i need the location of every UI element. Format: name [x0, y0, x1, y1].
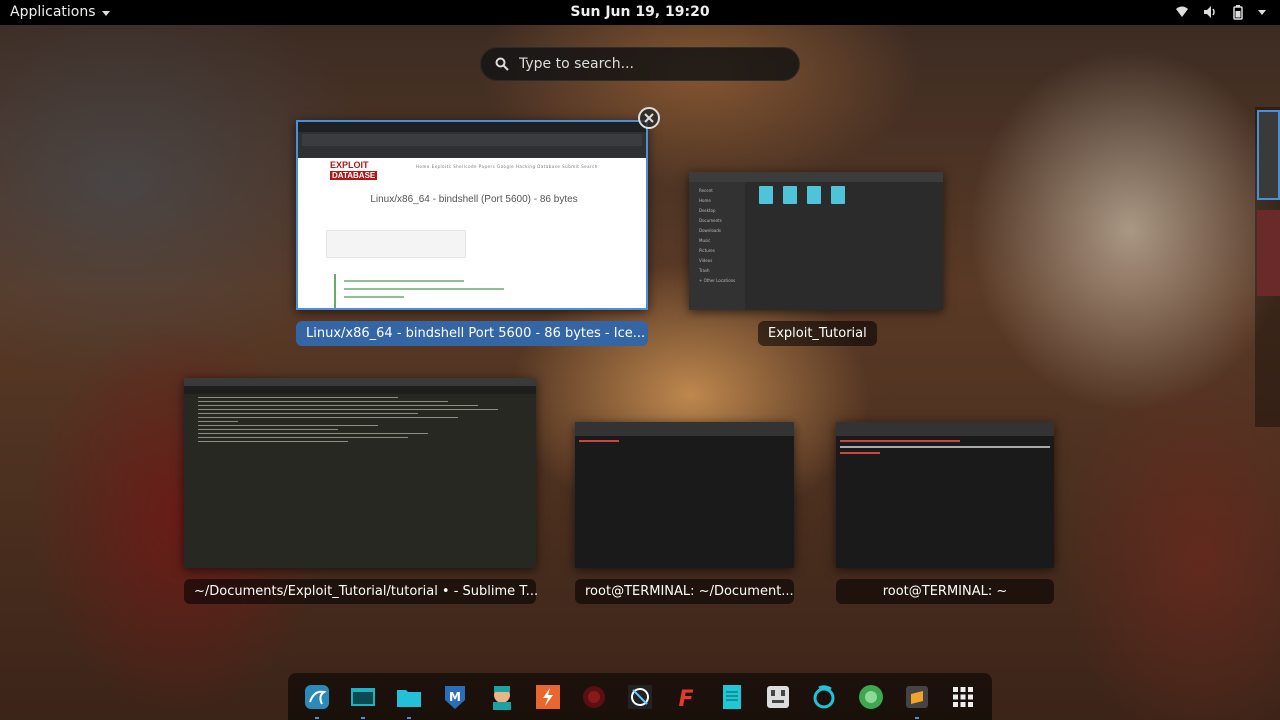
window-thumbnail-terminal[interactable]	[836, 422, 1054, 568]
exploit-info-box	[326, 230, 466, 258]
file-icon	[759, 186, 773, 204]
search-input[interactable]	[519, 56, 779, 72]
dock-item-metasploit[interactable]: M	[437, 679, 473, 715]
search-bar[interactable]	[480, 47, 800, 81]
reader-icon	[813, 684, 835, 708]
file-grid	[759, 186, 845, 204]
window-caption[interactable]: Linux/x86_64 - bindshell Port 5600 - 86 …	[296, 321, 648, 346]
dock-item-faraday[interactable]: F	[668, 679, 704, 715]
browser-chrome	[298, 122, 646, 158]
files-sidebar: Recent Home Desktop Documents Downloads …	[689, 182, 745, 310]
window-caption[interactable]: ~/Documents/Exploit_Tutorial/tutorial • …	[184, 579, 538, 604]
svg-text:F: F	[679, 687, 694, 712]
close-window-button[interactable]	[638, 107, 660, 129]
sidebar-item: Home	[699, 198, 711, 203]
dock-item-sublime[interactable]	[899, 679, 935, 719]
dock-item-beef[interactable]	[576, 679, 612, 715]
window-thumbnail-files[interactable]: Recent Home Desktop Documents Downloads …	[689, 172, 943, 310]
dock-item-show-applications[interactable]	[945, 679, 981, 715]
workspace-thumbnail-active[interactable]	[1257, 110, 1280, 200]
kali-dragon-icon	[305, 684, 330, 709]
file-icon	[807, 186, 821, 204]
window-thumbnail-browser[interactable]: EXPLOIT DATABASE Home Exploits Shellcode…	[296, 120, 648, 310]
sidebar-item: Downloads	[699, 228, 721, 233]
window-caption[interactable]: root@TERMINAL: ~	[836, 579, 1054, 604]
clock[interactable]: Sun Jun 19, 19:20	[0, 4, 1280, 20]
close-icon	[644, 113, 654, 123]
workspace-thumbnail[interactable]	[1257, 210, 1280, 296]
dock-item-maltego[interactable]	[622, 679, 658, 715]
sidebar-item: Trash	[699, 268, 710, 273]
armitage-icon	[492, 685, 511, 710]
leafpad-icon	[723, 684, 742, 709]
sublime-icon	[905, 685, 928, 708]
top-bar: Applications Sun Jun 19, 19:20	[0, 0, 1280, 25]
maltego-icon	[627, 684, 652, 709]
window-thumbnail-terminal[interactable]	[575, 422, 794, 568]
window-caption[interactable]: root@TERMINAL: ~/Document...	[575, 579, 794, 604]
dock-item-terminal[interactable]	[345, 679, 381, 719]
svg-text:M: M	[449, 690, 461, 704]
burpsuite-icon	[535, 684, 560, 709]
dock-item-leafpad[interactable]	[714, 679, 750, 715]
dock-item-reader[interactable]	[806, 679, 842, 715]
sidebar-item: Videos	[699, 258, 713, 263]
system-tray[interactable]	[1174, 4, 1266, 20]
wifi-icon	[1176, 6, 1188, 17]
beef-icon	[582, 685, 605, 708]
battery-icon	[1233, 5, 1243, 20]
hexchat-icon	[858, 684, 883, 709]
power-menu-caret-icon	[1258, 9, 1266, 15]
exploit-db-logo: EXPLOIT DATABASE	[330, 160, 378, 180]
dock-item-armitage[interactable]	[484, 679, 520, 715]
window-thumbnail-sublime[interactable]	[184, 378, 536, 568]
dock-item-hexchat[interactable]	[853, 679, 889, 715]
dock-item-burpsuite[interactable]	[530, 679, 566, 715]
dock-item-kali[interactable]	[299, 679, 335, 719]
terminal-icon	[351, 687, 376, 706]
site-nav: Home Exploits Shellcode Papers Google Ha…	[416, 164, 598, 169]
address-bar	[302, 134, 642, 146]
sidebar-item: Music	[699, 238, 711, 243]
sidebar-item: Desktop	[699, 208, 716, 213]
files-icon	[397, 689, 422, 707]
dock-item-cherrytree[interactable]	[760, 679, 796, 715]
show-applications-icon	[952, 686, 973, 707]
dock-item-files[interactable]	[391, 679, 427, 719]
search-icon	[495, 57, 509, 71]
sidebar-item: Documents	[699, 218, 722, 223]
file-icon	[783, 186, 797, 204]
sidebar-item: + Other Locations	[699, 278, 736, 283]
file-icon	[831, 186, 845, 204]
metasploit-icon: M	[445, 685, 466, 709]
window-caption[interactable]: Exploit_Tutorial	[758, 321, 877, 346]
cherrytree-icon	[767, 685, 790, 708]
faraday-icon: F	[679, 687, 694, 712]
page-title: Linux/x86_64 - bindshell (Port 5600) - 8…	[370, 194, 578, 205]
volume-icon	[1204, 6, 1215, 18]
code-block	[334, 274, 544, 308]
dock: M F	[288, 673, 992, 720]
sidebar-item: Recent	[699, 188, 713, 193]
sidebar-item: Pictures	[699, 248, 715, 253]
